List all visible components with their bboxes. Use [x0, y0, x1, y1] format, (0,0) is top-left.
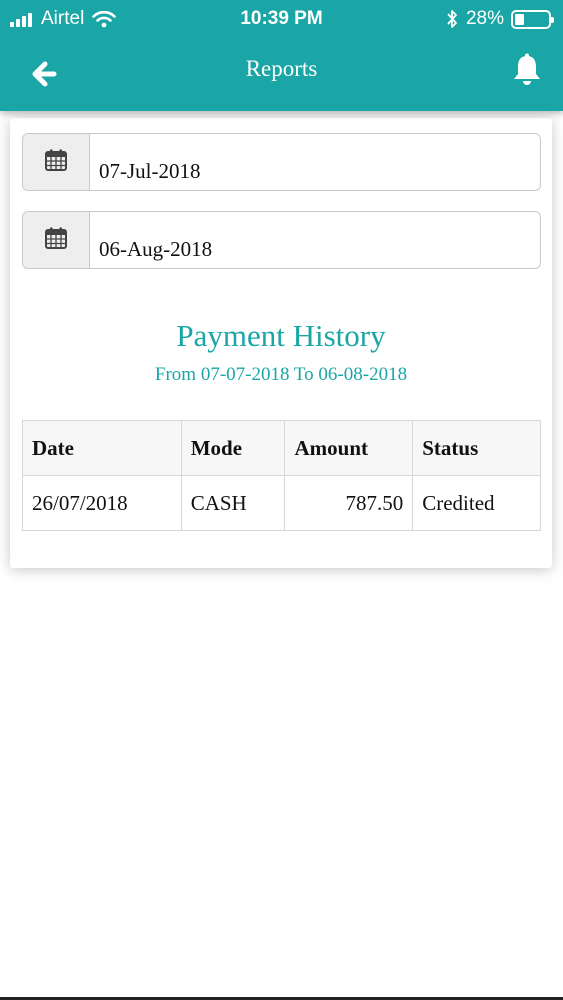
battery-level — [515, 13, 524, 25]
from-date-value[interactable]: 07-Jul-2018 — [90, 134, 540, 190]
status-bar: Airtel 10:39 PM 28% — [0, 0, 563, 38]
payment-history-table: Date Mode Amount Status 26/07/2018 CASH … — [22, 420, 541, 531]
report-card: 07-Jul-2018 06-Aug-2018 Payment History … — [10, 118, 552, 568]
to-date-value[interactable]: 06-Aug-2018 — [90, 212, 540, 268]
page-title: Reports — [245, 56, 318, 81]
battery-percent: 28% — [465, 8, 504, 29]
bluetooth-icon — [447, 10, 457, 28]
column-header-mode: Mode — [180, 420, 286, 476]
calendar-icon — [45, 227, 67, 249]
column-header-status: Status — [412, 420, 541, 476]
bell-icon — [514, 53, 540, 85]
cell-date: 26/07/2018 — [22, 475, 182, 531]
from-date-field[interactable]: 07-Jul-2018 — [22, 133, 541, 191]
column-header-date: Date — [22, 420, 182, 476]
notification-button[interactable] — [509, 52, 545, 88]
cell-status: Credited — [412, 475, 541, 531]
cell-mode: CASH — [180, 475, 286, 531]
calendar-icon — [45, 149, 67, 171]
battery-icon — [511, 9, 554, 29]
column-header-amount: Amount — [284, 420, 414, 476]
report-title: Payment History — [176, 318, 386, 353]
table-header-row: Date Mode Amount Status — [22, 420, 541, 476]
app-header: Airtel 10:39 PM 28% Reports — [0, 0, 563, 111]
to-date-calendar-button[interactable] — [23, 212, 90, 268]
table-row: 26/07/2018 CASH 787.50 Credited — [22, 475, 541, 531]
from-date-calendar-button[interactable] — [23, 134, 90, 190]
report-date-range: From 07-07-2018 To 06-08-2018 — [154, 364, 408, 385]
cell-amount: 787.50 — [284, 475, 414, 531]
status-right: 28% — [446, 8, 554, 30]
to-date-field[interactable]: 06-Aug-2018 — [22, 211, 541, 269]
